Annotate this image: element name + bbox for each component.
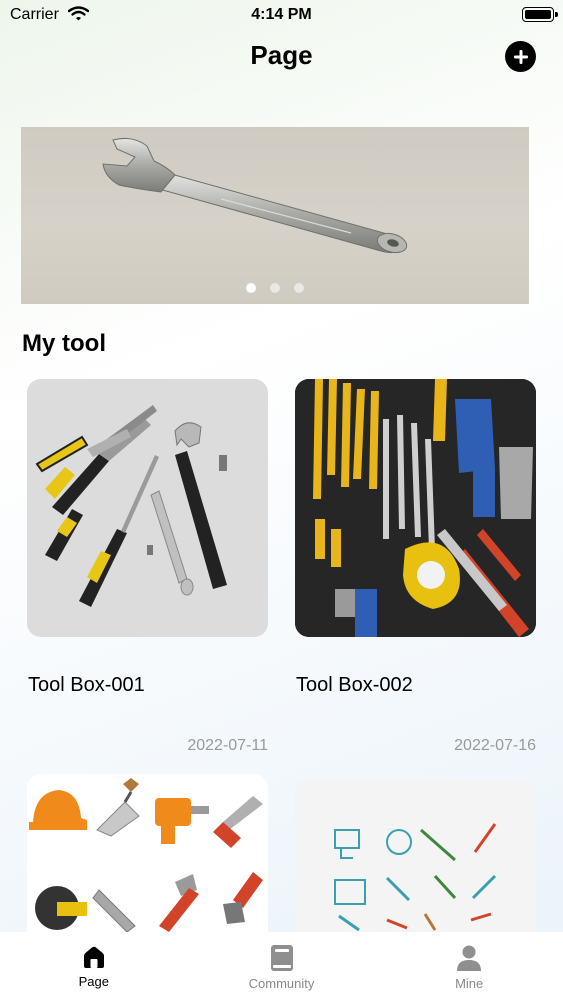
tool-card-image — [295, 780, 536, 932]
tool-wall-image — [295, 379, 536, 637]
tab-label: Page — [78, 974, 110, 989]
tool-sketch-image — [295, 780, 536, 932]
person-icon — [457, 945, 482, 971]
tab-page[interactable]: Page — [0, 932, 188, 1000]
status-bar: Carrier 4:14 PM — [0, 0, 563, 30]
section-title: My tool — [22, 330, 106, 357]
tab-mine[interactable]: Mine — [375, 932, 563, 1000]
plus-icon — [513, 49, 528, 64]
tab-label: Mine — [455, 976, 484, 991]
tool-card-date: 2022-07-16 — [454, 737, 536, 754]
tool-card[interactable] — [295, 780, 536, 932]
tool-card-image — [27, 774, 268, 932]
tab-community[interactable]: Community — [188, 932, 376, 1000]
battery-icon — [522, 7, 558, 22]
tool-card-name: Tool Box-002 — [296, 674, 413, 696]
tool-card-name: Tool Box-001 — [28, 674, 145, 696]
page-dot-3[interactable] — [294, 283, 304, 293]
tool-card[interactable] — [27, 774, 268, 932]
add-button[interactable] — [505, 41, 536, 72]
book-icon — [270, 945, 293, 971]
clock: 4:14 PM — [251, 6, 312, 23]
tool-card[interactable]: Tool Box-002 2022-07-16 — [295, 379, 536, 759]
home-icon — [83, 946, 104, 968]
banner-carousel[interactable] — [21, 127, 529, 304]
page-indicator[interactable] — [21, 283, 529, 293]
page-dot-1[interactable] — [246, 283, 256, 293]
tab-bar: Page Community Mine — [0, 932, 563, 1000]
tool-card-date: 2022-07-11 — [187, 737, 268, 754]
tool-card-image — [295, 379, 536, 637]
tool-icons-image — [27, 774, 268, 932]
page-dot-2[interactable] — [270, 283, 280, 293]
wrench-image — [102, 138, 408, 254]
tool-card[interactable]: Tool Box-001 2022-07-11 — [27, 379, 268, 759]
tool-card-image — [27, 379, 268, 637]
page-title: Page — [250, 40, 313, 70]
pliers-wrench-image — [27, 379, 268, 637]
tab-label: Community — [248, 976, 315, 991]
